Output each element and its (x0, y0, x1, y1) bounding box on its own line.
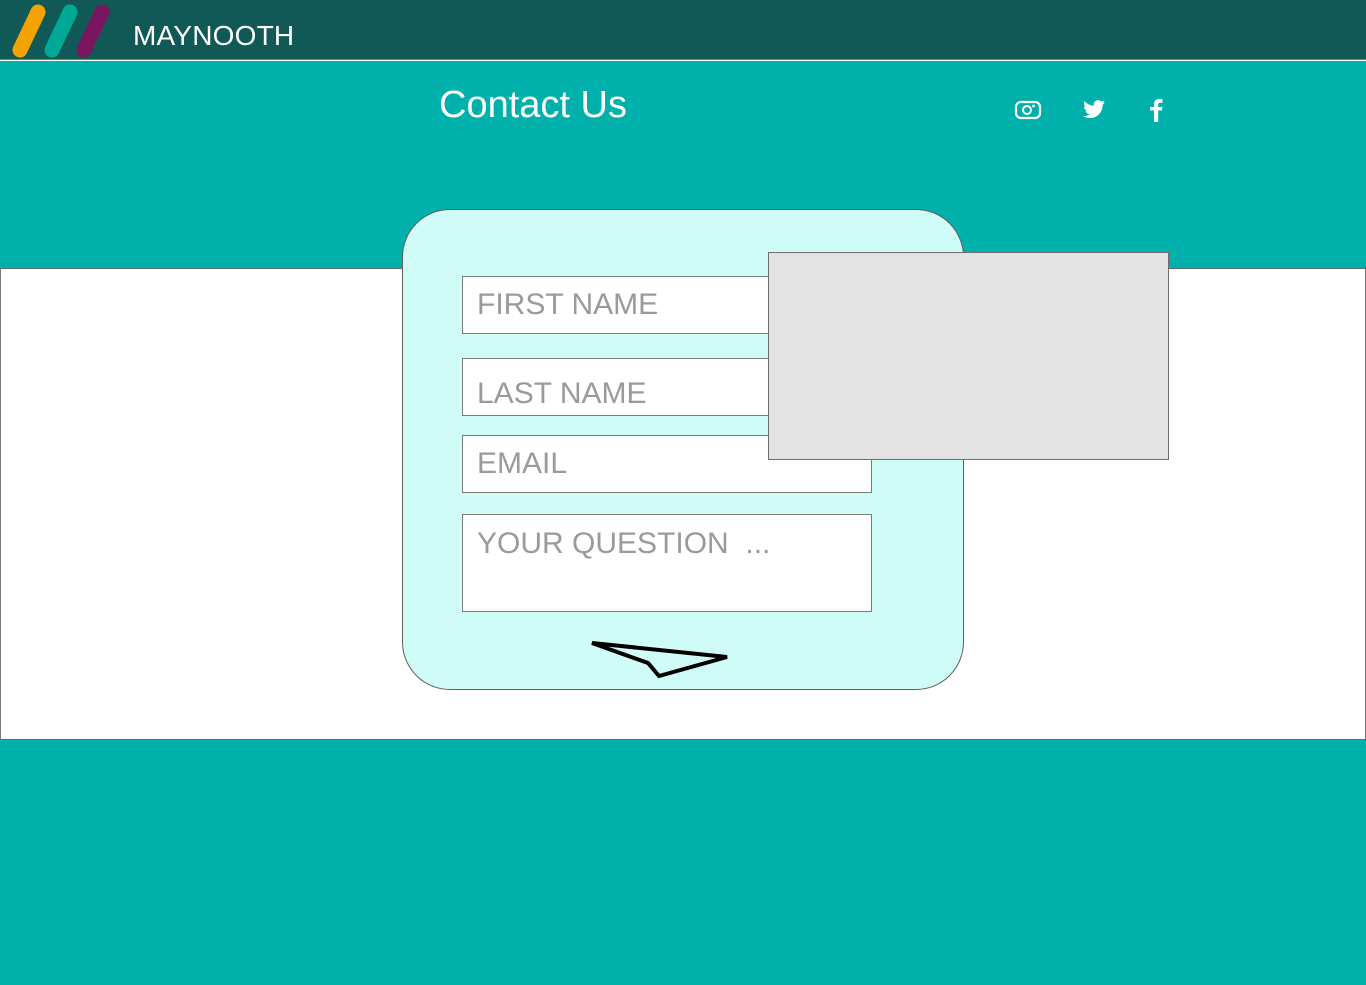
twitter-link[interactable] (1078, 96, 1110, 124)
image-placeholder (768, 252, 1169, 460)
instagram-link[interactable] (1012, 96, 1044, 124)
brand-name[interactable]: MAYNOOTH (133, 20, 294, 52)
instagram-icon (1014, 100, 1042, 120)
footer (0, 739, 1366, 985)
paper-plane-icon (591, 641, 728, 679)
facebook-icon (1150, 99, 1163, 122)
twitter-icon (1083, 100, 1105, 119)
send-button[interactable] (588, 638, 732, 682)
brand-logo-icon[interactable] (8, 2, 116, 60)
question-textarea[interactable] (462, 514, 872, 612)
top-navigation-bar: MAYNOOTH (0, 0, 1366, 60)
page-title: Contact Us (439, 84, 627, 126)
facebook-link[interactable] (1140, 96, 1172, 124)
